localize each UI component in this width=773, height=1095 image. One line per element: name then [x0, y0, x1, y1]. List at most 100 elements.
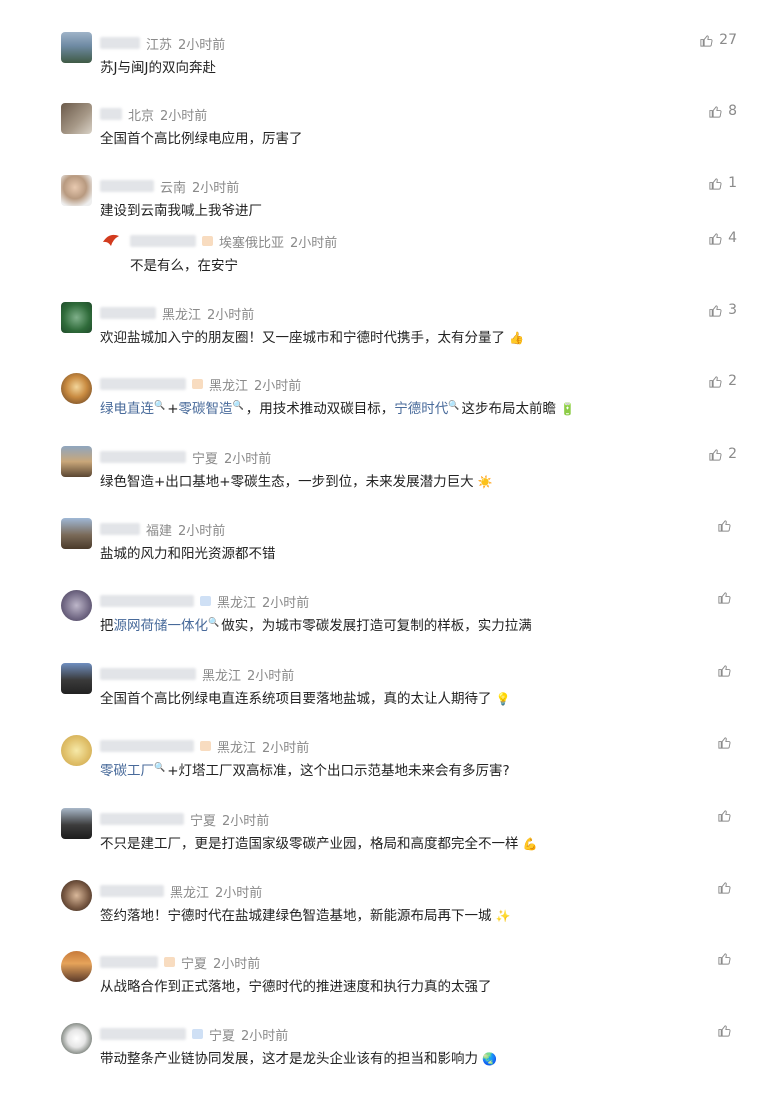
- avatar[interactable]: [61, 880, 92, 911]
- username-blurred[interactable]: [100, 595, 194, 607]
- timestamp: 2小时前: [215, 885, 263, 901]
- like-button[interactable]: [717, 735, 737, 750]
- comment-meta: 黑龙江 2小时前: [100, 665, 295, 684]
- fan-badge-icon: [164, 957, 175, 967]
- like-button[interactable]: 27: [699, 32, 737, 48]
- thumbs-up-icon: [718, 810, 731, 822]
- username-blurred[interactable]: [100, 956, 158, 968]
- comment-item: 黑龙江 2小时前 零碳工厂🔍 +灯塔工厂双高标准，这个出口示范基地未来会有多厉害?: [0, 735, 773, 779]
- comment-text: 全国首个高比例绿电应用，厉害了: [100, 131, 303, 147]
- avatar[interactable]: [61, 446, 92, 477]
- timestamp: 2小时前: [192, 180, 240, 196]
- avatar[interactable]: [61, 103, 92, 134]
- timestamp: 2小时前: [247, 668, 295, 684]
- timestamp: 2小时前: [254, 378, 302, 394]
- like-button[interactable]: 2: [708, 446, 737, 462]
- thumbs-up-icon: [718, 882, 731, 894]
- avatar[interactable]: [61, 1023, 92, 1054]
- username-blurred[interactable]: [100, 180, 154, 192]
- avatar[interactable]: [61, 373, 92, 404]
- timestamp: 2小时前: [213, 956, 261, 972]
- username-blurred[interactable]: [100, 451, 186, 463]
- like-count: 2: [728, 446, 737, 462]
- like-button[interactable]: [717, 951, 737, 966]
- avatar[interactable]: [61, 951, 92, 982]
- avatar[interactable]: [61, 32, 92, 63]
- comment-text: 签约落地！宁德时代在盐城建绿色智造基地，新能源布局再下一城 ✨: [100, 908, 511, 924]
- comment-item: 黑龙江 2小时前 欢迎盐城加入宁的朋友圈！又一座城市和宁德时代携手，太有分量了 …: [0, 302, 773, 346]
- sun-emoji-icon: ☀️: [477, 475, 493, 489]
- username-blurred[interactable]: [100, 740, 194, 752]
- comment-meta: 宁夏 2小时前: [100, 1025, 288, 1044]
- username-blurred[interactable]: [100, 108, 122, 120]
- timestamp: 2小时前: [224, 451, 272, 467]
- like-button[interactable]: [717, 880, 737, 895]
- username-blurred[interactable]: [100, 885, 164, 897]
- username-blurred[interactable]: [100, 813, 184, 825]
- location: 北京: [128, 108, 155, 124]
- username-blurred[interactable]: [100, 668, 196, 680]
- topic-link[interactable]: 零碳工厂: [100, 763, 154, 779]
- thumbs-up-icon: [718, 592, 731, 604]
- comment-text: 从战略合作到正式落地，宁德时代的推进速度和执行力真的太强了: [100, 979, 492, 995]
- location: 黑龙江: [217, 595, 257, 611]
- avatar[interactable]: [61, 735, 92, 766]
- comment-meta: 云南 2小时前: [100, 177, 240, 196]
- username-blurred[interactable]: [130, 235, 196, 247]
- comment-text: 欢迎盐城加入宁的朋友圈！又一座城市和宁德时代携手，太有分量了 👍: [100, 330, 525, 346]
- comment-item: 黑龙江 2小时前 把源网荷储一体化🔍 做实，为城市零碳发展打造可复制的样板，实力拉…: [0, 590, 773, 634]
- like-button[interactable]: 4: [708, 230, 737, 246]
- thumbs-up-icon: [709, 177, 722, 190]
- username-blurred[interactable]: [100, 378, 186, 390]
- topic-link[interactable]: 源网荷储一体化: [114, 618, 209, 634]
- avatar[interactable]: [101, 230, 121, 250]
- avatar[interactable]: [61, 590, 92, 621]
- comment-meta: 北京 2小时前: [100, 105, 207, 124]
- like-button[interactable]: 3: [708, 302, 737, 318]
- comment-text: 把源网荷储一体化🔍 做实，为城市零碳发展打造可复制的样板，实力拉满: [100, 617, 532, 635]
- location: 黑龙江: [162, 307, 202, 323]
- like-button[interactable]: [717, 1023, 737, 1038]
- thumbs-up-icon: [718, 665, 731, 677]
- username-blurred[interactable]: [100, 1028, 186, 1040]
- thumbs-up-icon: [700, 34, 713, 47]
- fan-badge-icon: [202, 236, 213, 246]
- comment-text: 绿电直连🔍 +零碳智造🔍 ，用技术推动双碳目标，宁德时代🔍 这步布局太前瞻 🔋: [100, 400, 576, 418]
- lightbulb-emoji-icon: 💡: [495, 692, 511, 706]
- comment-meta: 福建 2小时前: [100, 520, 226, 539]
- comment-item: 江苏 2小时前 苏J与闽J的双向奔赴 27: [0, 32, 773, 76]
- avatar[interactable]: [61, 663, 92, 694]
- like-button[interactable]: [717, 808, 737, 823]
- topic-link[interactable]: 绿电直连: [100, 401, 154, 417]
- username-blurred[interactable]: [100, 307, 156, 319]
- search-icon: 🔍: [448, 400, 460, 411]
- comment-meta: 黑龙江 2小时前: [100, 304, 254, 323]
- timestamp: 2小时前: [178, 523, 226, 539]
- comment-item: 黑龙江 2小时前 绿电直连🔍 +零碳智造🔍 ，用技术推动双碳目标，宁德时代🔍 这步布局…: [0, 373, 773, 417]
- like-button[interactable]: [717, 518, 737, 533]
- comment-text: 绿色智造+出口基地+零碳生态，一步到位，未来发展潜力巨大 ☀️: [100, 474, 493, 490]
- like-button[interactable]: [717, 590, 737, 605]
- thumbs-up-icon: [718, 520, 731, 532]
- timestamp: 2小时前: [178, 37, 226, 53]
- username-blurred[interactable]: [100, 523, 140, 535]
- like-button[interactable]: 2: [708, 373, 737, 389]
- location: 宁夏: [209, 1028, 236, 1044]
- like-count: 1: [728, 175, 737, 191]
- username-blurred[interactable]: [100, 37, 140, 49]
- avatar[interactable]: [61, 808, 92, 839]
- avatar[interactable]: [61, 518, 92, 549]
- comment-meta: 黑龙江 2小时前: [100, 737, 309, 756]
- topic-link[interactable]: 零碳智造: [179, 401, 233, 417]
- like-button[interactable]: [717, 663, 737, 678]
- search-icon: 🔍: [232, 400, 244, 411]
- avatar[interactable]: [61, 302, 92, 333]
- like-count: 8: [728, 103, 737, 119]
- topic-link[interactable]: 宁德时代: [394, 401, 448, 417]
- avatar[interactable]: [61, 175, 92, 206]
- fan-badge-icon: [192, 1029, 203, 1039]
- like-button[interactable]: 1: [708, 175, 737, 191]
- globe-emoji-icon: 🌏: [482, 1052, 498, 1066]
- comment-item: 宁夏 2小时前 带动整条产业链协同发展，这才是龙头企业该有的担当和影响力 🌏: [0, 1023, 773, 1067]
- like-button[interactable]: 8: [708, 103, 737, 119]
